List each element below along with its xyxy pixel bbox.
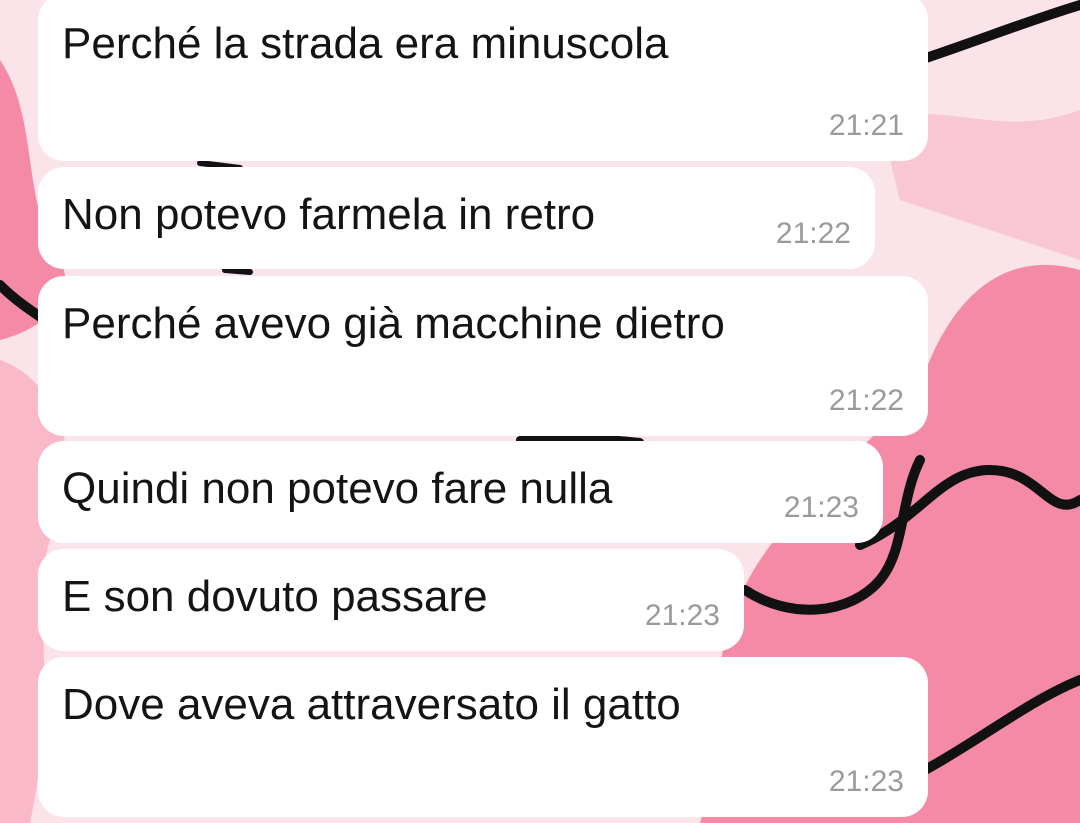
message-timestamp: 21:22 bbox=[775, 217, 851, 250]
message-bubble[interactable]: Quindi non potevo fare nulla 21:23 bbox=[38, 441, 883, 543]
message-bubble[interactable]: Perché la strada era minuscola 21:21 bbox=[38, 0, 928, 161]
message-bubble[interactable]: Perché avevo già macchine dietro 21:22 bbox=[38, 276, 928, 436]
message-text: E son dovuto passare bbox=[62, 572, 488, 621]
message-text: Perché la strada era minuscola bbox=[62, 19, 669, 68]
message-bubble[interactable]: E son dovuto passare 21:23 bbox=[38, 549, 744, 651]
message-text: Perché avevo già macchine dietro bbox=[62, 299, 725, 348]
message-timestamp: 21:23 bbox=[783, 491, 859, 524]
message-text: Quindi non potevo fare nulla bbox=[62, 464, 613, 513]
message-text: Non potevo farmela in retro bbox=[62, 190, 596, 239]
message-bubble[interactable]: Non potevo farmela in retro 21:22 bbox=[38, 167, 875, 269]
message-timestamp: 21:21 bbox=[828, 109, 904, 142]
message-timestamp: 21:23 bbox=[644, 599, 720, 632]
message-timestamp: 21:23 bbox=[828, 765, 904, 798]
message-bubble[interactable]: Dove aveva attraversato il gatto 21:23 bbox=[38, 657, 928, 817]
message-text: Dove aveva attraversato il gatto bbox=[62, 680, 681, 729]
message-list[interactable]: Perché la strada era minuscola 21:21 Non… bbox=[0, 0, 1080, 823]
message-timestamp: 21:22 bbox=[828, 384, 904, 417]
